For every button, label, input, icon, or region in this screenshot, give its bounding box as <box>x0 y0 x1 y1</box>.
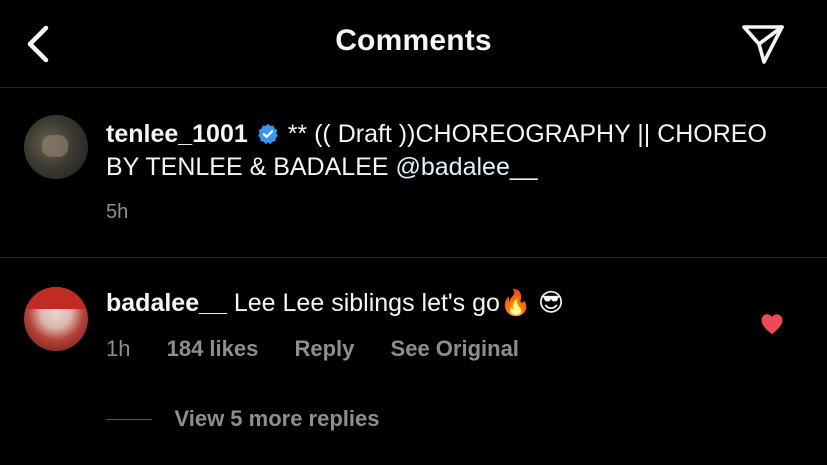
see-original-button[interactable]: See Original <box>391 336 519 361</box>
header-bar: Comments <box>0 0 827 88</box>
comment-meta: 1h 184 likes Reply See Original <box>106 336 549 362</box>
likes-count[interactable]: 184 likes <box>167 336 259 361</box>
comment-body: Lee Lee siblings let's go <box>233 289 500 317</box>
mention-link[interactable]: @badalee__ <box>396 153 538 181</box>
comment-item: badalee__ Lee Lee siblings let's go🔥 😎 1… <box>0 258 827 465</box>
comment-text: badalee__ Lee Lee siblings let's go🔥 😎 <box>106 288 564 318</box>
page-title: Comments <box>335 24 492 57</box>
comment-username[interactable]: badalee__ <box>106 289 227 317</box>
post-timestamp: 5h <box>106 201 129 223</box>
view-replies-label: View 5 more replies <box>174 406 380 431</box>
post-username[interactable]: tenlee_1001 <box>106 120 248 148</box>
paper-plane-icon[interactable] <box>740 22 786 66</box>
sunglasses-emoji: 😎 <box>538 289 565 317</box>
avatar[interactable] <box>24 287 88 351</box>
caption-text: tenlee_1001 ** (( Draft ))CHOREOGRAPHY |… <box>106 118 786 184</box>
view-replies-button[interactable]: View 5 more replies <box>106 406 380 436</box>
post-caption: tenlee_1001 ** (( Draft ))CHOREOGRAPHY |… <box>0 88 827 258</box>
comment-timestamp: 1h <box>106 336 131 361</box>
verified-badge-icon <box>257 123 278 145</box>
replies-divider <box>106 418 152 420</box>
heart-icon[interactable] <box>760 313 784 335</box>
reply-button[interactable]: Reply <box>294 336 354 361</box>
avatar[interactable] <box>24 115 88 179</box>
fire-emoji: 🔥 <box>499 289 532 317</box>
